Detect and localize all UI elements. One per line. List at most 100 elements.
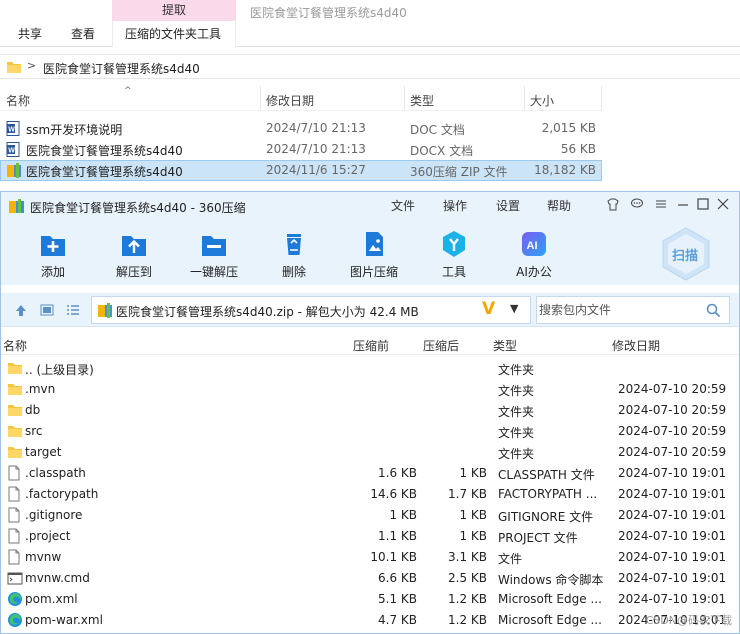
row-size-after: 1.2 KB <box>448 613 487 627</box>
verified-v-icon[interactable]: V <box>482 299 495 319</box>
ai-office-label: AI办公 <box>516 265 552 279</box>
folder-icon <box>7 423 23 442</box>
row-modified: 2024-07-10 20:59 <box>618 403 727 417</box>
image-compress-icon <box>359 229 389 259</box>
list-item[interactable]: W 医院食堂订餐管理系统s4d40 2024/7/10 21:13 DOCX 文… <box>0 139 602 160</box>
column-type[interactable]: 类型 <box>410 92 434 109</box>
list-view-icon[interactable] <box>66 303 80 317</box>
add-button[interactable]: 添加 <box>13 225 93 283</box>
file-type: 360压缩 ZIP 文件 <box>410 165 508 179</box>
table-row[interactable]: src 文件夹 2024-07-10 20:59 <box>1 421 739 442</box>
table-row[interactable]: .project 1.1 KB 1 KB PROJECT 文件 2024-07-10 1… <box>1 526 739 547</box>
table-row[interactable]: .gitignore 1 KB 1 KB GITIGNORE 文件 2024-07-10… <box>1 505 739 526</box>
thumbnail-view-icon[interactable] <box>40 303 54 317</box>
zip-archive-icon <box>97 303 113 321</box>
folder-icon <box>6 60 22 77</box>
table-row[interactable]: pom.xml 5.1 KB 1.2 KB Microsoft Edge ... 202… <box>1 589 739 610</box>
list-item-selected[interactable]: 医院食堂订餐管理系统s4d40 2024/11/6 15:27 360压缩 ZI… <box>0 160 602 181</box>
archive-search-input[interactable] <box>539 301 699 319</box>
table-row[interactable]: db 文件夹 2024-07-10 20:59 <box>1 400 739 421</box>
zip-window-titlebar[interactable]: 医院食堂订餐管理系统s4d40 - 360压缩 文件 操作 设置 帮助 <box>1 192 739 225</box>
chevron-down-icon[interactable]: ▼ <box>510 302 518 315</box>
archive-list-header: 名称 压缩前 压缩后 类型 修改日期 <box>1 333 739 355</box>
file-name: 医院食堂订餐管理系统s4d40 <box>26 144 183 158</box>
column-size-before[interactable]: 压缩前 <box>353 337 389 354</box>
minimize-icon[interactable] <box>675 197 691 213</box>
breadcrumb[interactable]: 医院食堂订餐管理系统s4d40 <box>43 60 200 77</box>
file-list-header: ^ 名称 修改日期 类型 大小 <box>0 86 602 111</box>
menu-help[interactable]: 帮助 <box>547 197 571 214</box>
menu-file[interactable]: 文件 <box>391 197 415 214</box>
file-type: DOCX 文档 <box>410 144 474 158</box>
table-row[interactable]: pom-war.xml 4.7 KB 1.2 KB Microsoft Edge ..… <box>1 610 739 631</box>
row-type: Microsoft Edge ... <box>498 613 602 627</box>
extract-to-button[interactable]: 解压到 <box>94 225 174 283</box>
file-icon <box>7 507 21 526</box>
search-icon[interactable] <box>706 303 721 321</box>
row-type: 文件夹 <box>498 426 535 440</box>
table-row[interactable]: .. (上级目录) 文件夹 <box>1 358 739 379</box>
menu-settings[interactable]: 设置 <box>496 197 520 214</box>
one-click-extract-button[interactable]: 一键解压 <box>174 225 254 283</box>
row-name: .factorypath <box>25 487 99 501</box>
row-type: 文件夹 <box>498 384 535 398</box>
table-row[interactable]: .factorypath 14.6 KB 1.7 KB FACTORYPATH ...… <box>1 484 739 505</box>
file-size: 2,015 KB <box>541 121 596 135</box>
table-row[interactable]: mvnw 10.1 KB 3.1 KB 文件 2024-07-10 19:01 <box>1 547 739 568</box>
row-type: PROJECT 文件 <box>498 531 578 545</box>
table-row[interactable]: target 文件夹 2024-07-10 20:59 <box>1 442 739 463</box>
archive-search-box[interactable] <box>536 296 730 324</box>
close-icon[interactable] <box>715 197 731 213</box>
column-modified[interactable]: 修改日期 <box>612 337 660 354</box>
scan-button[interactable]: 扫描 <box>660 226 712 282</box>
tools-button[interactable]: 工具 <box>414 225 494 283</box>
feedback-icon[interactable] <box>629 197 645 213</box>
ribbon-tabs: 共享 查看 压缩的文件夹工具 <box>0 21 740 47</box>
column-name[interactable]: 名称 <box>6 92 30 109</box>
delete-button[interactable]: 删除 <box>254 225 334 283</box>
column-date[interactable]: 修改日期 <box>266 92 314 109</box>
add-label: 添加 <box>40 265 65 279</box>
chevron-right-icon[interactable]: > <box>27 59 36 72</box>
table-row[interactable]: .mvn 文件夹 2024-07-10 20:59 <box>1 379 739 400</box>
image-compress-button[interactable]: 图片压缩 <box>334 225 414 283</box>
ai-office-button[interactable]: AI AI办公 <box>494 225 574 283</box>
sort-up-icon: ^ <box>124 86 132 96</box>
list-item[interactable]: W ssm开发环境说明 2024/7/10 21:13 DOC 文档 2,015… <box>0 118 602 139</box>
row-size-after: 1 KB <box>459 508 487 522</box>
column-size-after[interactable]: 压缩后 <box>423 337 459 354</box>
column-type[interactable]: 类型 <box>493 337 517 354</box>
one-click-extract-icon <box>199 229 229 259</box>
file-date: 2024/7/10 21:13 <box>266 121 366 135</box>
up-arrow-icon[interactable] <box>14 303 28 317</box>
skin-icon[interactable] <box>605 197 621 213</box>
column-name[interactable]: 名称 <box>3 337 27 354</box>
menu-operation[interactable]: 操作 <box>443 197 467 214</box>
zip-archive-icon <box>6 163 22 181</box>
row-name: .gitignore <box>25 508 83 522</box>
row-size-after: 1.2 KB <box>448 592 487 606</box>
table-row[interactable]: .classpath 1.6 KB 1 KB CLASSPATH 文件 2024-07-… <box>1 463 739 484</box>
edge-icon <box>7 591 23 610</box>
menu-hamburger-icon[interactable] <box>653 197 669 213</box>
ribbon-context-tab-header[interactable]: 提取 <box>112 0 236 21</box>
archive-path-field[interactable]: 医院食堂订餐管理系统s4d40.zip - 解包大小为 42.4 MB V ▼ <box>91 296 531 324</box>
file-icon <box>7 549 21 568</box>
navigation-bar: 医院食堂订餐管理系统s4d40.zip - 解包大小为 42.4 MB V ▼ <box>1 293 739 327</box>
maximize-icon[interactable] <box>695 197 711 213</box>
svg-text:AI: AI <box>527 240 538 252</box>
extract-to-label: 解压到 <box>115 265 152 279</box>
table-row[interactable]: mvnw.cmd 6.6 KB 2.5 KB Windows 命令脚本 2024-07-… <box>1 568 739 589</box>
tab-share[interactable]: 共享 <box>18 21 42 47</box>
address-bar[interactable]: > 医院食堂订餐管理系统s4d40 <box>0 54 740 79</box>
cmd-script-icon <box>7 570 23 589</box>
column-size[interactable]: 大小 <box>530 92 554 109</box>
folder-icon <box>7 444 23 463</box>
word-doc-icon: W <box>6 142 20 160</box>
tab-compressed-folder-tools[interactable]: 压缩的文件夹工具 <box>112 21 236 47</box>
delete-label: 删除 <box>281 265 306 279</box>
row-size-after: 1.7 KB <box>448 487 487 501</box>
row-size-before: 4.7 KB <box>378 613 417 627</box>
tab-view[interactable]: 查看 <box>71 21 95 47</box>
add-icon <box>38 229 68 259</box>
